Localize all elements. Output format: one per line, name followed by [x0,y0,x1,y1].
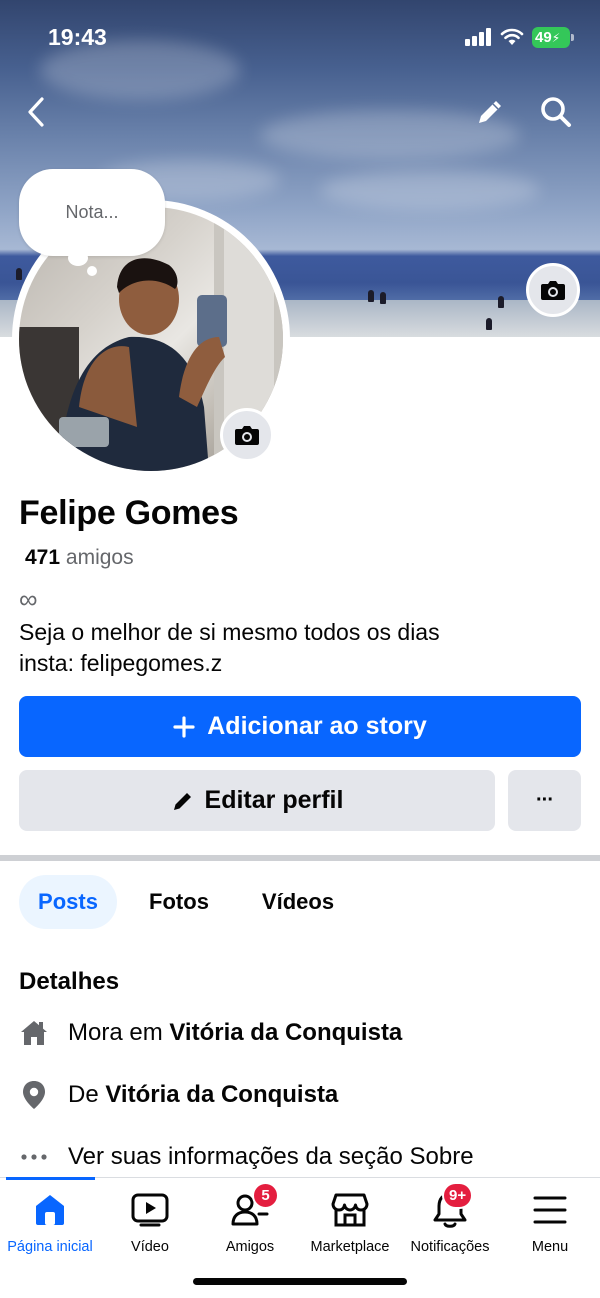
notifications-badge: 9+ [442,1182,474,1209]
more-dots-icon: ··· [536,789,554,811]
nav-friends[interactable]: 5 Amigos [200,1182,300,1260]
battery-level: 49 [535,29,552,46]
cellular-signal-icon [465,28,493,46]
cover-camera-button[interactable] [526,263,580,317]
nav-label: Página inicial [7,1239,93,1255]
edit-cover-button[interactable] [468,90,512,134]
nav-video[interactable]: Vídeo [100,1190,200,1260]
cover-person [380,292,386,304]
details-title: Detalhes [19,968,120,995]
detail-prefix: De [68,1081,106,1108]
home-icon [18,1017,50,1049]
nav-menu[interactable]: Menu [500,1190,600,1260]
note-bubble[interactable]: Nota... [19,169,165,256]
friends-badge: 5 [252,1182,279,1209]
detail-lives-in: Mora em Vitória da Conquista [0,1013,600,1053]
edit-profile-label: Editar perfil [204,786,344,814]
detail-value: Vitória da Conquista [169,1019,403,1046]
nav-label: Notificações [410,1239,490,1255]
cover-person [486,318,492,330]
search-button[interactable] [534,90,578,134]
note-bubble-tail [87,266,97,276]
video-icon [130,1190,170,1230]
bell-icon: 9+ [430,1182,474,1230]
camera-icon [541,281,565,300]
detail-see-about[interactable]: Ver suas informações da seção Sobre [0,1137,600,1177]
tab-label: Posts [38,889,98,914]
nav-label: Marketplace [310,1239,390,1255]
tab-label: Fotos [149,889,209,914]
nav-label: Menu [531,1239,569,1255]
bio-line: Seja o melhor de si mesmo todos os dias [19,619,440,645]
camera-icon [235,426,259,445]
active-tab-indicator [6,1177,95,1180]
detail-see-about-label: Ver suas informações da seção Sobre [68,1143,474,1170]
detail-value: Vitória da Conquista [105,1081,339,1108]
charging-bolt-icon: ⚡ [551,31,561,45]
bio-line: insta: felipegomes.z [19,650,223,676]
home-icon [30,1190,70,1230]
location-pin-icon [18,1079,50,1111]
detail-from: De Vitória da Conquista [0,1075,600,1115]
detail-prefix: Mora em [68,1019,170,1046]
note-placeholder: Nota... [65,202,119,222]
friends-count-number: 471 [25,546,61,569]
tab-posts[interactable]: Posts [19,875,117,929]
cover-person [498,296,504,308]
plus-icon [173,715,195,738]
nav-marketplace[interactable]: Marketplace [300,1190,400,1260]
status-time: 19:43 [48,24,107,50]
wifi-icon [500,27,524,47]
tab-videos[interactable]: Vídeos [244,875,352,929]
marketplace-icon [330,1190,370,1230]
bio-infinity-symbol: ∞ [19,584,38,614]
add-to-story-label: Adicionar ao story [207,712,427,740]
more-options-button[interactable]: ··· [508,770,581,831]
battery-indicator: 49⚡ [532,27,574,48]
nav-notifications[interactable]: 9+ Notificações [400,1182,500,1260]
more-dots-icon [18,1141,50,1173]
cover-cloud [320,170,540,210]
add-to-story-button[interactable]: Adicionar ao story [19,696,581,757]
cover-person [368,290,374,302]
chevron-left-icon [28,97,44,127]
pencil-icon [479,101,501,123]
nav-label: Vídeo [131,1239,169,1255]
pencil-icon [173,792,191,810]
status-bar: 19:43 49⚡ [0,0,600,70]
edit-profile-button[interactable]: Editar perfil [19,770,495,831]
friends-count-label: amigos [65,546,134,569]
note-bubble-tail [68,250,88,266]
friends-icon: 5 [230,1182,279,1230]
friends-count[interactable]: 471 amigos [25,546,134,570]
home-indicator[interactable] [193,1278,407,1285]
section-divider [0,855,600,861]
menu-icon [530,1190,570,1230]
avatar-camera-button[interactable] [220,408,274,462]
back-button[interactable] [14,90,58,134]
tab-photos[interactable]: Fotos [130,875,228,929]
tab-label: Vídeos [261,889,335,914]
cover-person [16,268,22,280]
search-icon [541,97,571,127]
nav-home[interactable]: Página inicial [0,1190,100,1260]
profile-name: Felipe Gomes [19,494,239,532]
nav-label: Amigos [225,1239,275,1255]
